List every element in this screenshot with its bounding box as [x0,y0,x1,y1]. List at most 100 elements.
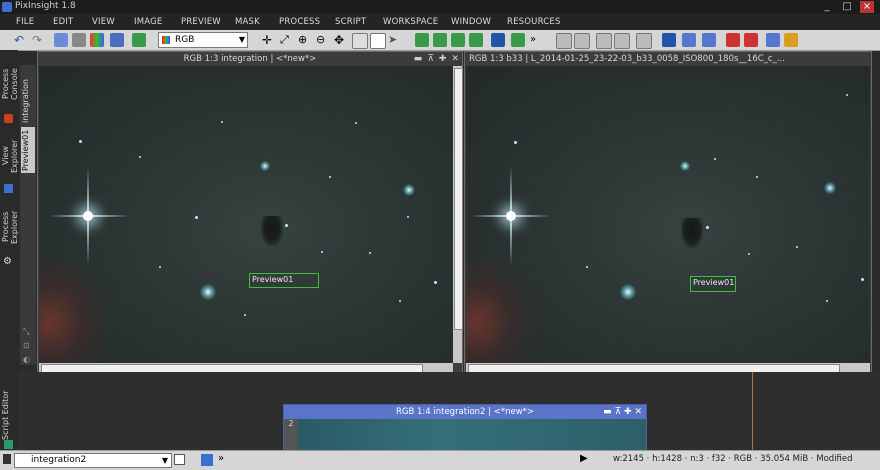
undo-icon[interactable]: ↶ [14,33,28,47]
monitor-icon[interactable] [662,33,676,47]
star [79,140,82,143]
split-icon[interactable] [574,33,590,49]
menu-script[interactable]: SCRIPT [335,17,366,27]
shade-toggle-icon[interactable]: ⊼ [615,407,622,417]
view-selector-combo[interactable]: integration2 ▼ [14,453,172,468]
close-icon[interactable]: × [860,1,874,13]
tab-preview01[interactable]: Preview01 [21,127,35,173]
window-mode-icon[interactable] [174,454,185,465]
horizontal-scrollbar[interactable] [466,363,870,373]
menu-mask[interactable]: MASK [235,17,260,27]
cursor-icon[interactable]: ➤ [388,33,402,47]
cascade-icon[interactable] [614,33,630,49]
play-icon[interactable]: ▶ [580,453,588,464]
star [586,266,588,268]
star [706,226,709,229]
zoom-icon[interactable]: ⤡ [23,327,29,337]
menu-view[interactable]: VIEW [92,17,115,27]
image-view[interactable]: Preview01 [39,66,453,363]
close-icon[interactable]: ✕ [634,407,642,417]
shade-toggle-icon[interactable]: ⊼ [427,54,434,64]
view-icon [3,454,11,464]
crosshair-icon[interactable]: ✛ [262,33,276,47]
close-icon[interactable]: ✕ [451,54,459,64]
more-icon[interactable]: » [218,453,224,464]
fit-icon[interactable]: ⊡ [23,341,30,350]
image-view[interactable] [298,419,646,450]
workspace-divider [752,372,753,450]
view-icon[interactable] [110,33,124,47]
image-icon[interactable] [201,454,213,466]
preview-rectangle[interactable]: Preview01 [249,273,319,288]
horizontal-scrollbar[interactable] [39,363,453,373]
star [159,266,161,268]
menu-workspace[interactable]: WORKSPACE [383,17,438,27]
star [714,158,716,160]
redo-icon[interactable]: ↷ [32,33,46,47]
pan-icon[interactable]: ✥ [334,33,348,47]
preview-rectangle[interactable]: Preview01 [690,276,736,292]
process-console-tab[interactable]: Process Console [1,52,19,116]
screen-icon[interactable] [682,33,696,47]
menu-resources[interactable]: RESOURCES [507,17,561,27]
channels-icon[interactable] [90,33,104,47]
maximize-icon[interactable]: ✚ [439,54,447,64]
menu-image[interactable]: IMAGE [134,17,162,27]
script-editor-icon [4,440,13,449]
shade-icon[interactable]: ▬ [414,54,423,64]
select-preview-icon[interactable] [370,33,386,49]
arrange-icon[interactable] [636,33,652,49]
image-view[interactable]: Preview01 [466,66,870,363]
mask-show-icon[interactable] [511,33,525,47]
stf-link-icon[interactable] [433,33,447,47]
horsehead-nebula [681,218,703,248]
zoom-fit-icon[interactable]: ⤢ [280,33,294,47]
menu-window[interactable]: WINDOW [451,17,491,27]
color-space-select[interactable]: RGB ▼ [158,32,248,48]
star [321,251,323,253]
script-editor-tab[interactable]: Script Editor [1,390,16,440]
panel-icon[interactable] [556,33,572,49]
view-explorer-tab[interactable]: View Explorer [1,130,19,182]
vertical-scrollbar[interactable] [453,66,463,363]
tile-icon[interactable] [596,33,612,49]
maximize-icon[interactable]: □ [840,1,854,13]
window-title-bar: RGB 1:3 b33 | L_2014-01-25_23-22-03_b33_… [465,52,871,66]
zoom-in-icon[interactable]: ⊕ [298,33,312,47]
close-view-icon[interactable] [726,33,740,47]
shade-icon[interactable]: ▬ [603,407,612,417]
zoom-out-icon[interactable]: ⊖ [316,33,330,47]
star [221,121,223,123]
readout-icon[interactable] [352,33,368,49]
horsehead-nebula [261,216,283,246]
stf-icon[interactable] [415,33,429,47]
image-info-icon[interactable] [72,33,86,47]
tab-integration[interactable]: integration [21,79,35,123]
rgb-icon[interactable] [132,33,146,47]
view-selector: integration Preview01 ⤡ ⊡ ◐ [20,65,36,365]
process-explorer-tab[interactable]: Process Explorer [1,198,19,256]
close-all-icon[interactable] [744,33,758,47]
menu-file[interactable]: FILE [16,17,34,27]
star-glow [200,284,216,300]
new-image-icon[interactable] [54,33,68,47]
menu-process[interactable]: PROCESS [279,17,320,27]
stf-reset-icon[interactable] [469,33,483,47]
mask-icon[interactable] [491,33,505,47]
window-title: RGB 1:3 b33 | L_2014-01-25_23-22-03_b33_… [469,54,785,64]
menu-edit[interactable]: EDIT [53,17,73,27]
stf-auto-icon[interactable] [451,33,465,47]
menu-preview[interactable]: PREVIEW [181,17,221,27]
image-window-integration2[interactable]: RGB 1:4 integration2 | <*new*> ▬ ⊼ ✚ ✕ 2 [283,404,647,451]
more-tools-icon[interactable]: » [530,33,544,47]
scrollbar-thumb[interactable] [454,68,463,330]
star [434,281,437,284]
mask-toggle-icon[interactable]: ◐ [23,355,30,364]
star [861,278,864,281]
maximize-icon[interactable]: ✚ [624,407,632,417]
minimize-icon[interactable]: _ [820,1,834,13]
script-icon[interactable] [784,33,798,47]
display-icon[interactable] [702,33,716,47]
explorer-icon[interactable] [766,33,780,47]
chevron-down-icon: ▼ [161,456,168,465]
